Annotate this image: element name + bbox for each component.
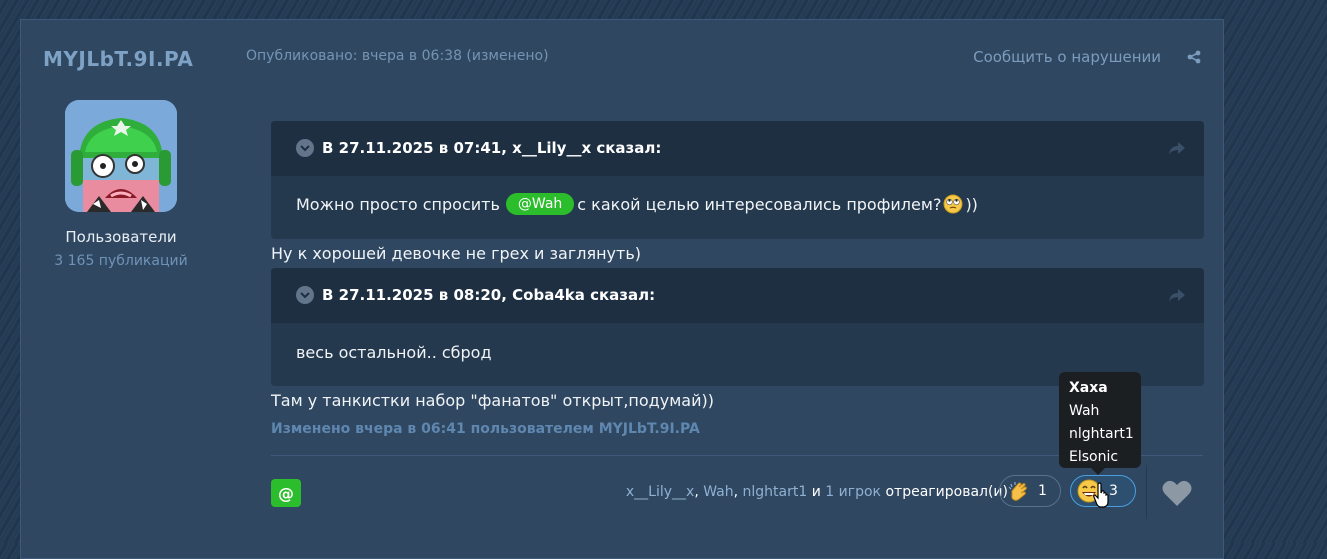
hand-cursor-icon — [1093, 482, 1109, 508]
rolling-eyes-emoji-icon — [943, 194, 963, 214]
quote-text: Можно просто спросить — [296, 194, 500, 214]
edit-note: Изменено вчера в 06:41 пользователем MYJ… — [271, 421, 700, 437]
post-container: MYJLbT.9I.PA Пользователи 3 165 публикац… — [20, 19, 1224, 559]
quote-title: В 27.11.2025 в 08:20, Coba4ka сказал: — [322, 286, 656, 304]
goto-quote-arrow-icon[interactable] — [1168, 140, 1186, 156]
quote-body: весь остальной.. сброд — [271, 323, 1204, 379]
author-avatar[interactable] — [65, 100, 177, 212]
quote-block: В 27.11.2025 в 07:41, x__Lily__x сказал:… — [271, 121, 1204, 239]
reactor-separator: , — [733, 484, 739, 500]
tooltip-user: nlghtart1 — [1069, 426, 1134, 442]
reactors-more[interactable]: 1 игрок — [825, 484, 881, 500]
reactor-name[interactable]: x__Lily__x — [626, 484, 694, 500]
tooltip-user: Elsonic — [1069, 449, 1119, 465]
quote-text: )) — [965, 194, 978, 214]
quote-body: Можно просто спросить @Wah с какой целью… — [271, 176, 1204, 232]
tooltip-title: Хаха — [1069, 380, 1108, 396]
quote-text: весь остальной.. сброд — [296, 343, 492, 362]
post-meta[interactable]: Опубликовано: вчера в 06:38 (изменено) — [246, 48, 549, 64]
quote-text: с какой целью интересовались профилем? — [577, 194, 942, 214]
quote-header[interactable]: В 27.11.2025 в 08:20, Coba4ka сказал: — [271, 268, 1204, 323]
tanker-avatar-icon — [65, 100, 177, 212]
heart-icon[interactable] — [1161, 478, 1193, 508]
chevron-down-icon[interactable] — [296, 286, 314, 304]
reactors-and: и — [811, 484, 821, 500]
user-group: Пользователи — [65, 228, 177, 246]
reactor-name[interactable]: nlghtart1 — [743, 484, 808, 500]
reactor-name[interactable]: Wah — [703, 484, 733, 500]
quote-block: В 27.11.2025 в 08:20, Coba4ka сказал: ве… — [271, 268, 1204, 386]
goto-quote-arrow-icon[interactable] — [1168, 287, 1186, 303]
quote-title: В 27.11.2025 в 07:41, x__Lily__x сказал: — [322, 139, 662, 157]
reaction-count: 1 — [1038, 483, 1047, 499]
post-text: Там у танкистки набор "фанатов" открыт,п… — [271, 391, 714, 410]
author-name[interactable]: MYJLbT.9I.PA — [43, 47, 193, 71]
post-count: 3 165 публикаций — [54, 253, 188, 269]
footer-vertical-divider — [1146, 465, 1147, 519]
share-icon[interactable] — [1187, 50, 1201, 64]
user-mention[interactable]: @Wah — [505, 193, 575, 215]
quote-header[interactable]: В 27.11.2025 в 07:41, x__Lily__x сказал: — [271, 121, 1204, 176]
reaction-tooltip: Хаха Wah nlghtart1 Elsonic — [1059, 372, 1141, 475]
chevron-down-icon[interactable] — [296, 139, 314, 157]
tooltip-user: Wah — [1069, 403, 1100, 419]
reactor-separator: , — [694, 484, 699, 500]
mention-button[interactable]: @ — [271, 479, 301, 507]
reactors-summary: x__Lily__x, Wah, nlghtart1 и 1 игрок отр… — [626, 484, 1008, 500]
reaction-clap-button[interactable]: 1 — [999, 475, 1061, 507]
post-text: Ну к хорошей девочке не грех и заглянуть… — [271, 244, 642, 263]
reactors-suffix: отреагировал(и) — [885, 484, 1008, 500]
clap-emoji-icon — [1008, 482, 1027, 501]
report-link[interactable]: Сообщить о нарушении — [973, 48, 1161, 66]
